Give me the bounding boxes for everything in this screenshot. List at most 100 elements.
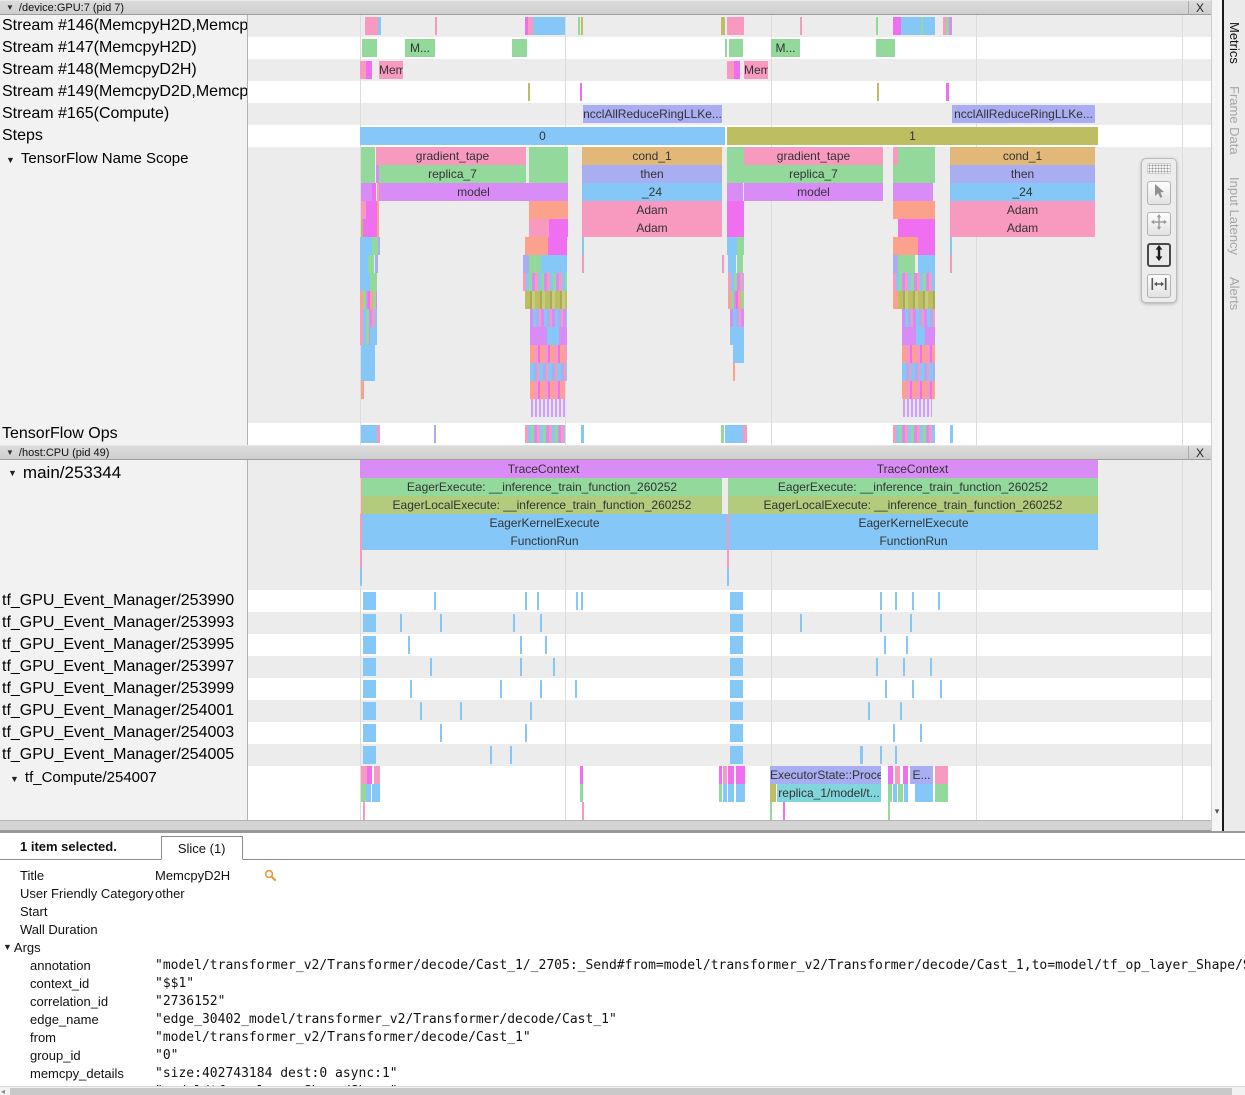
timeline-segment[interactable] [898,255,915,273]
timeline-segment[interactable] [512,39,527,57]
timeline-segment[interactable] [530,327,547,345]
timeline-segment[interactable] [898,291,935,309]
scroll-left-arrow-icon[interactable]: ◂ [1,1087,5,1095]
timeline-segment[interactable] [733,363,735,381]
timeline-segment[interactable] [915,784,933,802]
timeline-segment[interactable] [523,273,567,291]
timeline-segment[interactable]: gradient_tape [744,147,883,165]
timeline-segment[interactable] [361,147,375,165]
timeline-segment[interactable] [370,327,377,345]
timeline-segment[interactable] [736,784,745,802]
timeline-segment[interactable] [500,680,502,698]
timeline-segment[interactable] [902,381,935,399]
timeline-segment[interactable] [876,39,895,57]
timeline-segment[interactable] [898,147,935,165]
timeline-segment[interactable] [510,746,512,764]
horizontal-scrollbar[interactable]: ◂ [0,1086,1245,1095]
timeline-segment[interactable] [730,658,743,676]
timeline-segment[interactable] [903,766,908,784]
timeline-segment[interactable]: 1 [727,127,1098,145]
timeline-segment[interactable] [434,592,436,610]
expand-arrow-icon[interactable]: ▼ [10,774,19,784]
timeline-segment[interactable] [923,17,935,35]
timeline-segment[interactable]: Mem [379,61,403,79]
timeline-segment[interactable]: model [379,183,568,201]
zoom-tool-button[interactable] [1147,243,1171,267]
timeline-segment[interactable] [940,680,942,698]
timeline-segment[interactable] [719,784,722,802]
timeline-segment[interactable] [540,680,542,698]
timeline-segment[interactable] [541,255,567,273]
timeline-segment[interactable] [912,592,914,610]
timeline-segment[interactable] [902,345,935,363]
timeline-segment[interactable] [374,766,380,784]
timeline-segment[interactable] [800,17,802,35]
timeline-segment[interactable] [363,680,376,698]
timeline-segment[interactable] [525,425,565,443]
timeline-segment[interactable] [533,17,565,35]
timeline-segment[interactable] [950,237,952,255]
timeline-segment[interactable] [525,291,567,309]
track-label[interactable]: tf_Compute/254007 [25,769,157,786]
close-button[interactable]: X [1188,446,1211,460]
timeline-segment[interactable]: FunctionRun [362,532,727,550]
timeline-segment[interactable]: Adam [582,201,722,219]
timeline-segment[interactable] [877,83,879,101]
timeline-segment[interactable] [727,61,734,79]
timeline-segment[interactable] [730,614,743,632]
timeline-segment[interactable] [575,680,577,698]
timeline-segment[interactable] [885,680,887,698]
timeline-segment[interactable] [582,255,584,273]
timeline-segment[interactable] [420,702,422,720]
track-label[interactable]: main/253344 [23,463,121,483]
timeline-segment[interactable] [728,766,734,784]
timeline-segment[interactable] [581,17,583,35]
timeline-segment[interactable] [727,568,729,586]
timeline-segment[interactable] [540,614,542,632]
timeline-segment[interactable] [430,658,432,676]
timeline-segment[interactable] [884,636,886,654]
timeline-segment[interactable] [902,309,935,327]
timeline-segment[interactable] [728,784,734,802]
timeline-segment[interactable] [950,255,952,273]
timeline-segment[interactable] [888,802,890,820]
timeline-segment[interactable] [770,784,776,802]
timeline-segment[interactable] [375,255,378,273]
timeline-segment[interactable] [893,724,895,742]
scroll-down-arrow-icon[interactable]: ▾ [1212,806,1222,817]
timeline-segment[interactable] [888,784,892,802]
timeline-segment[interactable] [529,165,568,183]
timeline-segment[interactable] [920,724,922,742]
timeline-segment[interactable] [898,219,935,237]
timeline-segment[interactable] [729,39,743,57]
timeline-segment[interactable] [727,219,744,237]
timeline-segment[interactable] [938,592,940,610]
timeline-segment[interactable] [520,636,522,654]
tab-frame-data[interactable]: Frame Data [1227,86,1242,155]
timeline-segment[interactable] [860,746,863,764]
timeline-segment[interactable] [582,802,584,820]
timeline-segment[interactable]: ExecutorState::Process [770,766,881,784]
timeline-segment[interactable] [360,550,362,568]
timeline-segment[interactable] [530,309,567,327]
timeline-segment[interactable] [360,273,370,291]
timeline-segment[interactable] [733,345,744,363]
timeline-segment[interactable] [895,766,900,784]
timeline-segment[interactable] [880,614,882,632]
timeline-segment[interactable] [549,219,568,237]
timeline-segment[interactable] [530,702,532,720]
timeline-segment[interactable] [460,702,462,720]
timeline-segment[interactable] [410,680,412,698]
timeline-segment[interactable]: TraceContext [360,460,727,478]
collapse-arrow-icon[interactable]: ▼ [6,448,14,457]
timeline-segment[interactable] [576,592,578,610]
timeline-segment[interactable] [918,237,935,255]
timeline-segment[interactable] [363,724,376,742]
timeline-segment[interactable]: ncclAllReduceRingLLKe... [952,105,1095,123]
timeline-segment[interactable] [893,201,935,219]
timeline-segment[interactable] [895,746,897,764]
timeline-segment[interactable]: EagerExecute: __inference_train_function… [728,478,1098,496]
timeline-segment[interactable] [727,17,744,35]
timeline-segment[interactable] [545,636,547,654]
timeline-segment[interactable] [743,425,747,443]
